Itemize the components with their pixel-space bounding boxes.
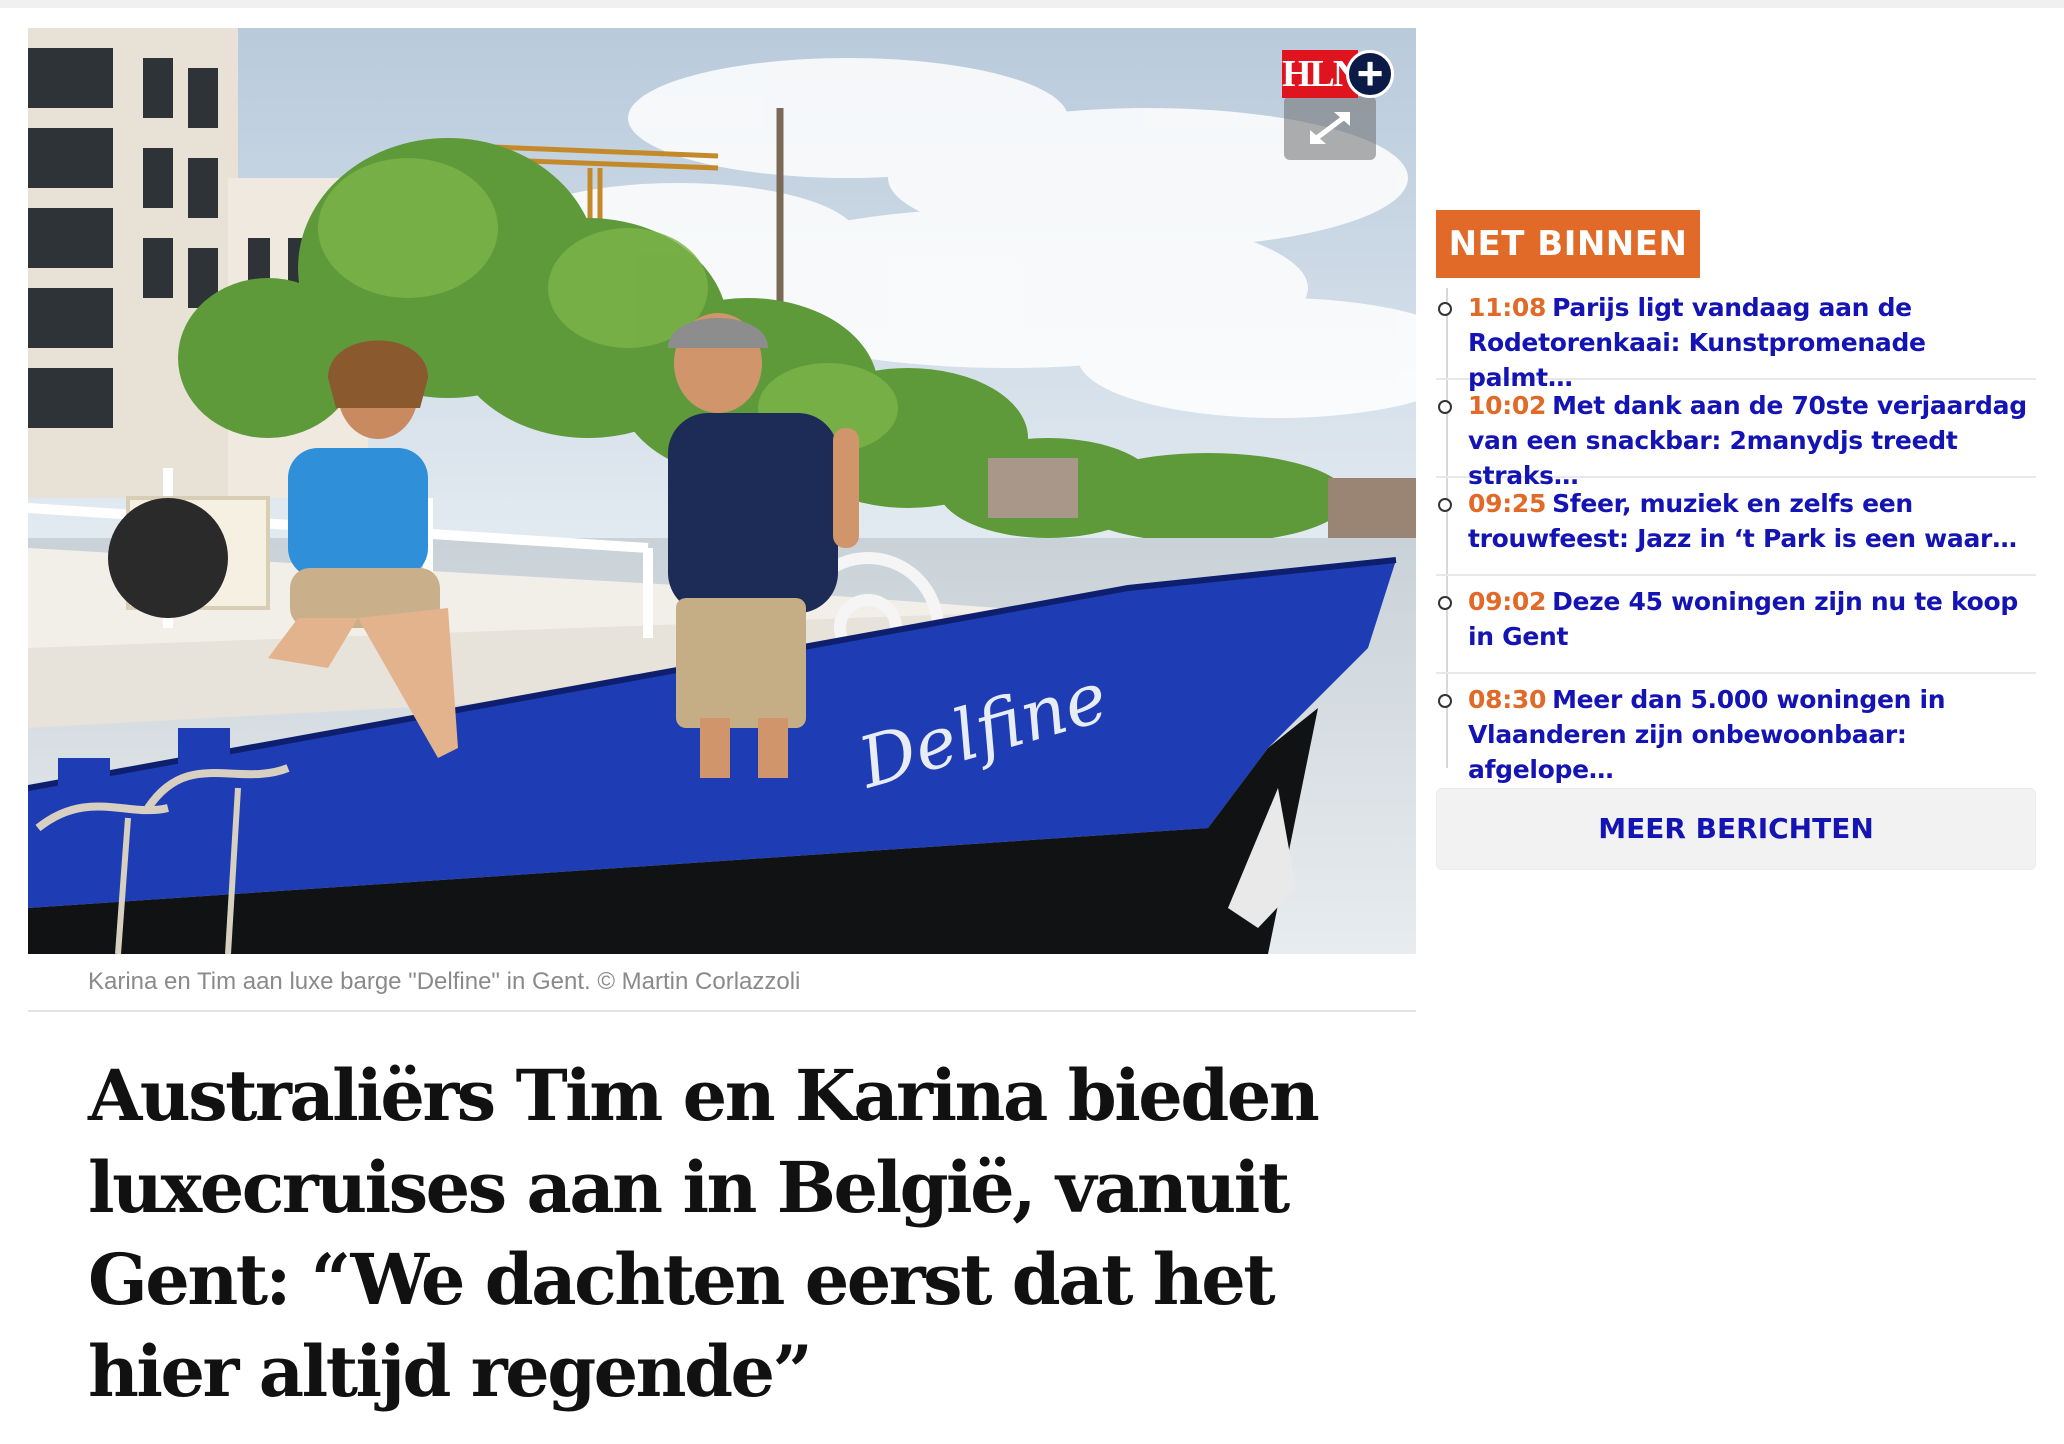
news-item[interactable]: 09:25 Sfeer, muziek en zelfs een trouwfee… bbox=[1436, 478, 2036, 576]
news-time: 10:02 bbox=[1468, 391, 1547, 420]
photo-caption: Karina en Tim aan luxe barge "Delfine" i… bbox=[88, 968, 801, 995]
latest-news-list: 11:08 Parijs ligt vandaag aan de Rodetore… bbox=[1436, 282, 2036, 784]
news-title: Deze 45 woningen zijn nu te koop in Gent bbox=[1468, 587, 2018, 651]
plus-icon: + bbox=[1346, 50, 1394, 98]
page-top-border bbox=[0, 0, 2064, 8]
timeline-dot-icon bbox=[1438, 694, 1452, 708]
news-time: 11:08 bbox=[1468, 293, 1547, 322]
hln-plus-badge: HLN + bbox=[1282, 50, 1394, 98]
timeline-dot-icon bbox=[1438, 302, 1452, 316]
news-item[interactable]: 10:02 Met dank aan de 70ste verjaardag va… bbox=[1436, 380, 2036, 490]
more-news-button[interactable]: MEER BERICHTEN bbox=[1436, 788, 2036, 870]
news-link[interactable]: 09:02 Deze 45 woningen zijn nu te koop in… bbox=[1468, 584, 2036, 654]
article-headline: Australiërs Tim en Karina bieden luxecru… bbox=[88, 1054, 1320, 1413]
news-title: Sfeer, muziek en zelfs een trouwfeest: J… bbox=[1468, 489, 2017, 553]
news-item[interactable]: 08:30 Meer dan 5.000 woningen in Vlaander… bbox=[1436, 674, 2036, 784]
timeline-dot-icon bbox=[1438, 400, 1452, 414]
timeline-dot-icon bbox=[1438, 498, 1452, 512]
expand-icon bbox=[1310, 112, 1350, 144]
news-item[interactable]: 09:02 Deze 45 woningen zijn nu te koop in… bbox=[1436, 576, 2036, 674]
news-link[interactable]: 08:30 Meer dan 5.000 woningen in Vlaander… bbox=[1468, 682, 2036, 787]
news-time: 09:02 bbox=[1468, 587, 1547, 616]
news-time: 08:30 bbox=[1468, 685, 1547, 714]
news-link[interactable]: 09:25 Sfeer, muziek en zelfs een trouwfee… bbox=[1468, 486, 2036, 556]
news-item[interactable]: 11:08 Parijs ligt vandaag aan de Rodetore… bbox=[1436, 282, 2036, 392]
expand-image-button[interactable] bbox=[1284, 96, 1376, 160]
net-binnen-heading: NET BINNEN bbox=[1436, 210, 1700, 278]
news-title: Met dank aan de 70ste verjaardag van een… bbox=[1468, 391, 2027, 490]
caption-divider bbox=[28, 1010, 1416, 1012]
news-time: 09:25 bbox=[1468, 489, 1547, 518]
timeline-dot-icon bbox=[1438, 596, 1452, 610]
hero-photo[interactable]: Delfine bbox=[28, 28, 1416, 954]
